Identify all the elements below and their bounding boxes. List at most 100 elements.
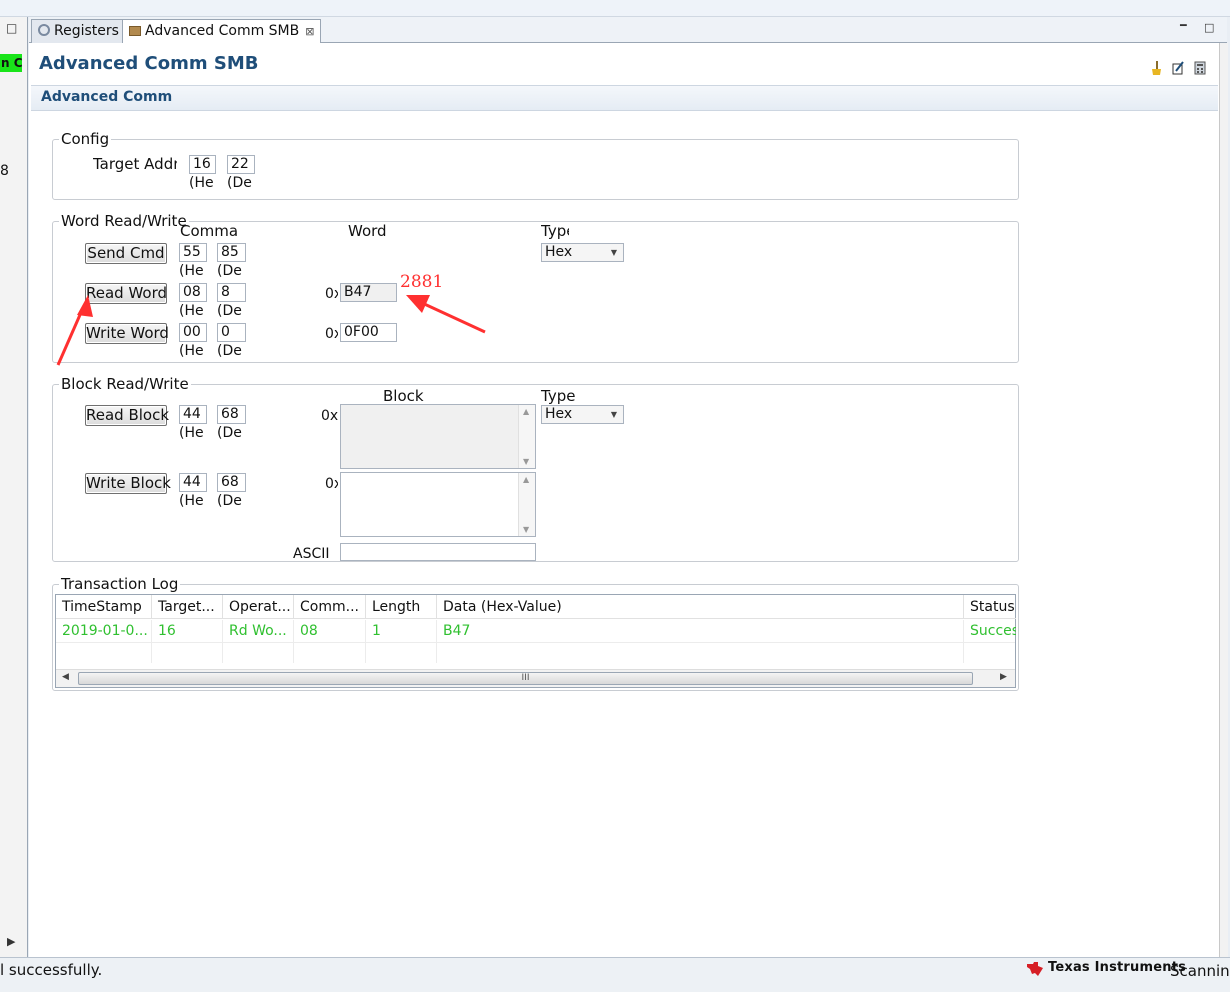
block-type-value: Hex <box>545 406 573 422</box>
column-header-length[interactable]: Length <box>366 595 437 619</box>
top-strip <box>0 0 1230 17</box>
chevron-down-icon: ▼ <box>610 410 617 419</box>
table-cell[interactable]: Rd Wo... <box>223 620 294 642</box>
calculator-icon[interactable] <box>1194 61 1206 75</box>
column-header-data[interactable]: Data (Hex-Value) <box>437 595 964 619</box>
send-cmd-hex-input[interactable]: 55 <box>179 243 207 262</box>
hex-caption: (He <box>179 263 204 279</box>
dec-caption: (De <box>217 493 242 509</box>
table-cell[interactable]: 1 <box>366 620 437 642</box>
hex-caption: (He <box>189 175 214 191</box>
left-panel-value: 8 <box>0 163 9 179</box>
textarea-scrollbar[interactable]: ▲ ▼ <box>518 473 535 536</box>
read-block-dec-input[interactable]: 68 <box>217 405 246 424</box>
table-cell[interactable]: 08 <box>294 620 366 642</box>
dec-caption: (De <box>217 263 242 279</box>
word-rw-group-label: Word Read/Write <box>59 212 189 230</box>
write-block-input[interactable]: ▲ ▼ <box>340 472 536 537</box>
send-cmd-button[interactable]: Send Cmd <box>85 243 167 264</box>
scroll-down-icon[interactable]: ▼ <box>523 457 529 466</box>
horizontal-scrollbar[interactable]: ◀ III ▶ <box>56 669 1015 687</box>
word-type-value: Hex <box>545 244 573 260</box>
send-cmd-dec-input[interactable]: 85 <box>217 243 246 262</box>
annotation-arrow-right-icon <box>406 295 486 334</box>
transaction-log-label: Transaction Log <box>59 575 181 593</box>
target-addr-hex-input[interactable]: 16 <box>189 155 216 174</box>
write-block-dec-input[interactable]: 68 <box>217 473 246 492</box>
page-title: Advanced Comm SMB <box>39 53 259 74</box>
column-header-timestamp[interactable]: TimeStamp <box>56 595 152 619</box>
maximize-view-icon[interactable]: □ <box>1204 21 1214 34</box>
vendor-label: Texas Instruments <box>1048 960 1187 975</box>
tab-registers[interactable]: Registers <box>31 19 126 43</box>
hex-prefix-label: 0x <box>321 408 338 424</box>
table-row-empty <box>56 642 152 663</box>
textarea-scrollbar[interactable]: ▲ ▼ <box>518 405 535 468</box>
table-cell[interactable]: 2019-01-0... <box>56 620 152 642</box>
target-addr-label: Target Addr <box>93 155 177 173</box>
command-column-label: Commar <box>180 222 238 240</box>
table-row-empty <box>152 642 223 663</box>
chevron-right-icon[interactable]: ▶ <box>7 935 15 948</box>
write-block-hex-input[interactable]: 44 <box>179 473 207 492</box>
minimize-icon[interactable]: □ <box>6 21 17 35</box>
word-type-select[interactable]: Hex ▼ <box>541 243 624 262</box>
config-group-label: Config <box>59 130 112 148</box>
ti-logo-icon <box>1027 962 1043 976</box>
table-cell[interactable]: Succes <box>964 620 1016 642</box>
broom-icon[interactable] <box>1150 61 1162 75</box>
ascii-label: ASCII <box>293 546 330 559</box>
write-block-button[interactable]: Write Block <box>85 473 171 494</box>
minimize-view-icon[interactable]: ━ <box>1180 19 1187 32</box>
vertical-scrollbar[interactable] <box>1219 43 1228 957</box>
word-column-label: Word <box>348 222 387 240</box>
gear-icon <box>38 24 50 36</box>
annotation-arrows <box>56 295 486 366</box>
edit-document-icon[interactable] <box>1172 61 1184 75</box>
package-icon <box>129 26 141 36</box>
table-row-empty <box>366 642 437 663</box>
dec-caption: (De <box>227 175 252 191</box>
chevron-down-icon: ▼ <box>610 248 617 257</box>
column-header-target[interactable]: Target... <box>152 595 223 619</box>
status-message: l successfully. <box>0 961 103 979</box>
annotation-arrow-left-icon <box>56 295 93 366</box>
table-cell[interactable]: 16 <box>152 620 223 642</box>
tab-label: Registers <box>54 23 119 39</box>
scrollbar-thumb[interactable]: III <box>78 672 973 685</box>
block-type-select[interactable]: Hex ▼ <box>541 405 624 424</box>
hex-prefix-label: 0x <box>325 476 338 492</box>
read-block-output[interactable]: ▲ ▼ <box>340 404 536 469</box>
tab-advanced-comm-smb[interactable]: Advanced Comm SMB ⊠ <box>122 19 322 43</box>
section-header: Advanced Comm <box>31 85 1218 111</box>
left-side-panel: □ n C 8 ▶ <box>0 17 28 957</box>
read-block-button[interactable]: Read Block <box>85 405 169 426</box>
scroll-left-icon[interactable]: ◀ <box>62 672 69 682</box>
close-icon[interactable]: ⊠ <box>305 25 314 38</box>
status-right-text: Scanning <box>1170 962 1230 980</box>
hex-caption: (He <box>179 425 204 441</box>
tab-bar: Registers Advanced Comm SMB ⊠ <box>29 17 1227 43</box>
column-header-status[interactable]: Status <box>964 595 1016 619</box>
scroll-right-icon[interactable]: ▶ <box>1000 672 1007 682</box>
column-header-operation[interactable]: Operat... <box>223 595 294 619</box>
table-row-empty <box>223 642 294 663</box>
scroll-up-icon[interactable]: ▲ <box>523 475 529 484</box>
table-row-empty <box>437 642 964 663</box>
type-column-label: Type <box>541 222 569 240</box>
target-addr-dec-input[interactable]: 22 <box>227 155 255 174</box>
table-row-empty <box>294 642 366 663</box>
tab-label: Advanced Comm SMB <box>145 23 300 39</box>
ascii-input[interactable] <box>340 543 536 561</box>
read-block-hex-input[interactable]: 44 <box>179 405 207 424</box>
scroll-down-icon[interactable]: ▼ <box>523 525 529 534</box>
transaction-log-table: TimeStamp Target... Operat... Comm... Le… <box>55 594 1016 688</box>
dec-caption: (De <box>217 425 242 441</box>
table-cell[interactable]: B47 <box>437 620 964 642</box>
block-rw-group-label: Block Read/Write <box>59 375 191 393</box>
block-type-column-label: Type <box>541 387 576 405</box>
column-header-command[interactable]: Comm... <box>294 595 366 619</box>
hex-caption: (He <box>179 493 204 509</box>
section-title: Advanced Comm <box>41 89 173 105</box>
scroll-up-icon[interactable]: ▲ <box>523 407 529 416</box>
